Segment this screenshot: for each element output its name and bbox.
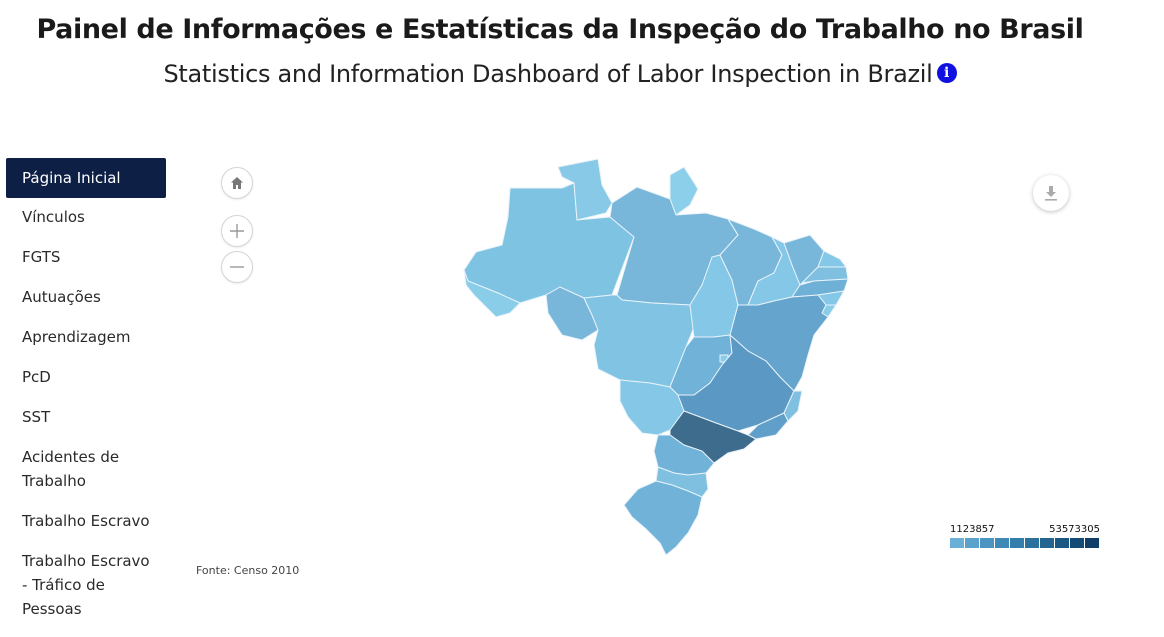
legend-swatch (1040, 538, 1054, 548)
page-subtitle: Statistics and Information Dashboard of … (0, 60, 1120, 88)
legend-swatch (1085, 538, 1099, 548)
legend-swatch (1010, 538, 1024, 548)
legend-swatch (1025, 538, 1039, 548)
sidebar-item-autuacoes[interactable]: Autuações (6, 285, 166, 309)
download-button[interactable] (1033, 175, 1069, 211)
legend-swatch (995, 538, 1009, 548)
sidebar-item-sst[interactable]: SST (6, 405, 166, 429)
plus-icon (230, 224, 244, 238)
sidebar-item-fgts[interactable]: FGTS (6, 245, 166, 269)
sidebar-item-trabalho-escravo-trafico[interactable]: Trabalho Escravo - Tráfico de Pessoas (6, 549, 166, 621)
state-rio-grande-do-sul[interactable] (623, 480, 703, 556)
legend-swatch (950, 538, 964, 548)
brazil-choropleth-map (463, 158, 849, 556)
sidebar-item-aprendizagem[interactable]: Aprendizagem (6, 325, 166, 349)
legend-labels: 1123857 53573305 (950, 524, 1100, 536)
sidebar-nav: Página Inicial Vínculos FGTS Autuações A… (6, 158, 166, 637)
sidebar-item-trabalho-escravo[interactable]: Trabalho Escravo (6, 509, 166, 533)
zoom-out-button[interactable] (221, 251, 253, 283)
legend-min-label: 1123857 (950, 524, 995, 535)
sidebar-item-acidentes-de-trabalho[interactable]: Acidentes de Trabalho (6, 445, 166, 493)
map-legend: 1123857 53573305 (950, 524, 1100, 548)
legend-max-label: 53573305 (1049, 524, 1100, 535)
sidebar-item-pcd[interactable]: PcD (6, 365, 166, 389)
info-icon[interactable]: i (936, 63, 957, 83)
minus-icon (230, 266, 244, 268)
sidebar-item-pagina-inicial[interactable]: Página Inicial (6, 158, 166, 198)
state-amapa[interactable] (669, 166, 699, 216)
home-icon (231, 177, 243, 189)
download-icon (1045, 186, 1057, 201)
legend-swatch (1055, 538, 1069, 548)
zoom-in-button[interactable] (221, 215, 253, 247)
sidebar-item-vinculos[interactable]: Vínculos (6, 205, 166, 229)
legend-swatch (980, 538, 994, 548)
legend-swatch (965, 538, 979, 548)
home-button[interactable] (221, 167, 253, 199)
legend-swatch (1070, 538, 1084, 548)
page-subtitle-text: Statistics and Information Dashboard of … (163, 60, 933, 88)
page-title: Painel de Informações e Estatísticas da … (36, 14, 1084, 45)
legend-color-scale (950, 538, 1100, 548)
source-note: Fonte: Censo 2010 (196, 564, 300, 577)
